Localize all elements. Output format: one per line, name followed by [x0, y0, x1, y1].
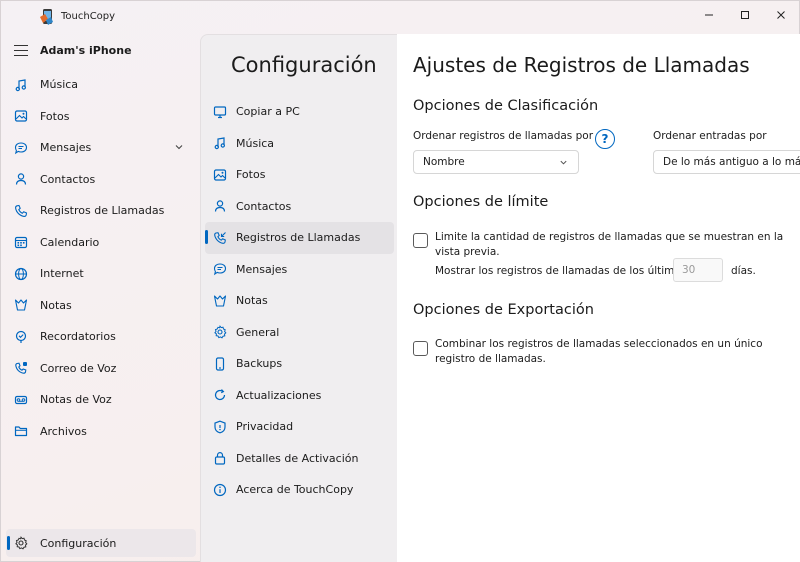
- nav-header: Adam's iPhone: [1, 39, 199, 65]
- close-button[interactable]: [763, 1, 799, 29]
- page-title: Ajustes de Registros de Llamadas: [413, 53, 750, 77]
- settings-item-acerca-de-touchcopy[interactable]: Acerca de TouchCopy: [205, 474, 394, 506]
- minimize-button[interactable]: [691, 1, 727, 29]
- limit-preview-checkbox[interactable]: [413, 233, 428, 248]
- call-log-icon: [213, 231, 227, 245]
- help-icon[interactable]: ?: [595, 129, 615, 149]
- music-note-icon: [213, 136, 227, 150]
- voice-memo-icon: [14, 393, 28, 407]
- settings-item-notas[interactable]: Notas: [205, 285, 394, 317]
- message-icon: [213, 262, 227, 276]
- touchcopy-logo-icon: [40, 9, 53, 25]
- app-window: TouchCopy Adam's iPhone Música Fotos Men…: [0, 0, 800, 562]
- folder-icon: [14, 424, 28, 438]
- nav-item-recordatorios[interactable]: Recordatorios: [6, 321, 196, 353]
- settings-item-registros-de-llamadas[interactable]: Registros de Llamadas: [205, 222, 394, 254]
- days-input[interactable]: 30: [673, 258, 723, 282]
- close-icon: [777, 11, 785, 19]
- maximize-button[interactable]: [727, 1, 763, 29]
- nav-item-notas[interactable]: Notas: [6, 290, 196, 322]
- info-icon: [213, 483, 227, 497]
- minimize-icon: [705, 14, 713, 16]
- music-note-icon: [14, 78, 28, 92]
- nav-item-registros-de-llamadas[interactable]: Registros de Llamadas: [6, 195, 196, 227]
- nav-item-calendario[interactable]: Calendario: [6, 227, 196, 259]
- phone-icon: [14, 204, 28, 218]
- sorting-section-title: Opciones de Clasificación: [413, 98, 599, 114]
- maximize-icon: [741, 11, 749, 19]
- settings-title: Configuración: [231, 53, 377, 77]
- notes-icon: [14, 298, 28, 312]
- settings-pane: Configuración Copiar a PC Música Fotos C…: [200, 34, 397, 562]
- gear-icon: [213, 325, 227, 339]
- order-by-select[interactable]: De lo más antiguo a lo más reciente: [653, 150, 800, 174]
- limit-preview-label: Limite la cantidad de registros de llama…: [435, 231, 784, 258]
- combine-export-checkbox[interactable]: [413, 341, 428, 356]
- content-panel: Ajustes de Registros de Llamadas Opcione…: [397, 34, 800, 562]
- settings-item-fotos[interactable]: Fotos: [205, 159, 394, 191]
- lock-icon: [213, 451, 227, 465]
- message-icon: [14, 141, 28, 155]
- refresh-icon: [213, 388, 227, 402]
- sort-by-label: Ordenar registros de llamadas por: [413, 130, 594, 142]
- photo-icon: [213, 168, 227, 182]
- notes-icon: [213, 294, 227, 308]
- nav-item-notas-de-voz[interactable]: Notas de Voz: [6, 384, 196, 416]
- voicemail-icon: [14, 361, 28, 375]
- settings-item-copiar-a-pc[interactable]: Copiar a PC: [205, 96, 394, 128]
- export-section-title: Opciones de Exportación: [413, 302, 594, 318]
- monitor-icon: [213, 105, 227, 119]
- order-by-label: Ordenar entradas por: [653, 130, 767, 142]
- reminder-icon: [14, 330, 28, 344]
- settings-item-privacidad[interactable]: Privacidad: [205, 411, 394, 443]
- calendar-icon: [14, 235, 28, 249]
- main-nav: Música Fotos Mensajes Contactos Registro…: [6, 69, 196, 447]
- shield-icon: [213, 420, 227, 434]
- nav-item-configuracion[interactable]: Configuración: [6, 529, 196, 557]
- phone-device-icon: [213, 357, 227, 371]
- person-icon: [213, 199, 227, 213]
- selection-indicator: [205, 230, 208, 244]
- chevron-down-icon[interactable]: [174, 142, 184, 152]
- nav-item-contactos[interactable]: Contactos: [6, 164, 196, 196]
- photo-icon: [14, 109, 28, 123]
- globe-icon: [14, 267, 28, 281]
- settings-item-actualizaciones[interactable]: Actualizaciones: [205, 380, 394, 412]
- days-unit-label: días.: [731, 265, 756, 277]
- person-icon: [14, 172, 28, 186]
- show-last-label: Mostrar los registros de llamadas de los…: [435, 265, 687, 277]
- selection-indicator: [7, 536, 10, 550]
- settings-item-detalles-de-activacion[interactable]: Detalles de Activación: [205, 443, 394, 475]
- hamburger-menu-icon[interactable]: [14, 45, 28, 57]
- gear-icon: [14, 536, 28, 550]
- chevron-down-icon: [560, 160, 567, 165]
- settings-nav: Copiar a PC Música Fotos Contactos Regis…: [205, 96, 394, 506]
- nav-item-archivos[interactable]: Archivos: [6, 416, 196, 448]
- combine-export-label: Combinar los registros de llamadas selec…: [435, 338, 763, 365]
- limit-section-title: Opciones de límite: [413, 194, 549, 210]
- settings-item-general[interactable]: General: [205, 317, 394, 349]
- settings-item-mensajes[interactable]: Mensajes: [205, 254, 394, 286]
- sort-by-select[interactable]: Nombre: [413, 150, 579, 174]
- title-bar: TouchCopy: [1, 1, 799, 33]
- nav-item-mensajes[interactable]: Mensajes: [6, 132, 196, 164]
- settings-item-backups[interactable]: Backups: [205, 348, 394, 380]
- nav-item-musica[interactable]: Música: [6, 69, 196, 101]
- nav-item-fotos[interactable]: Fotos: [6, 101, 196, 133]
- settings-item-contactos[interactable]: Contactos: [205, 191, 394, 223]
- settings-item-musica[interactable]: Música: [205, 128, 394, 160]
- app-title: TouchCopy: [61, 11, 116, 22]
- nav-item-internet[interactable]: Internet: [6, 258, 196, 290]
- device-name: Adam's iPhone: [40, 44, 132, 57]
- nav-item-correo-de-voz[interactable]: Correo de Voz: [6, 353, 196, 385]
